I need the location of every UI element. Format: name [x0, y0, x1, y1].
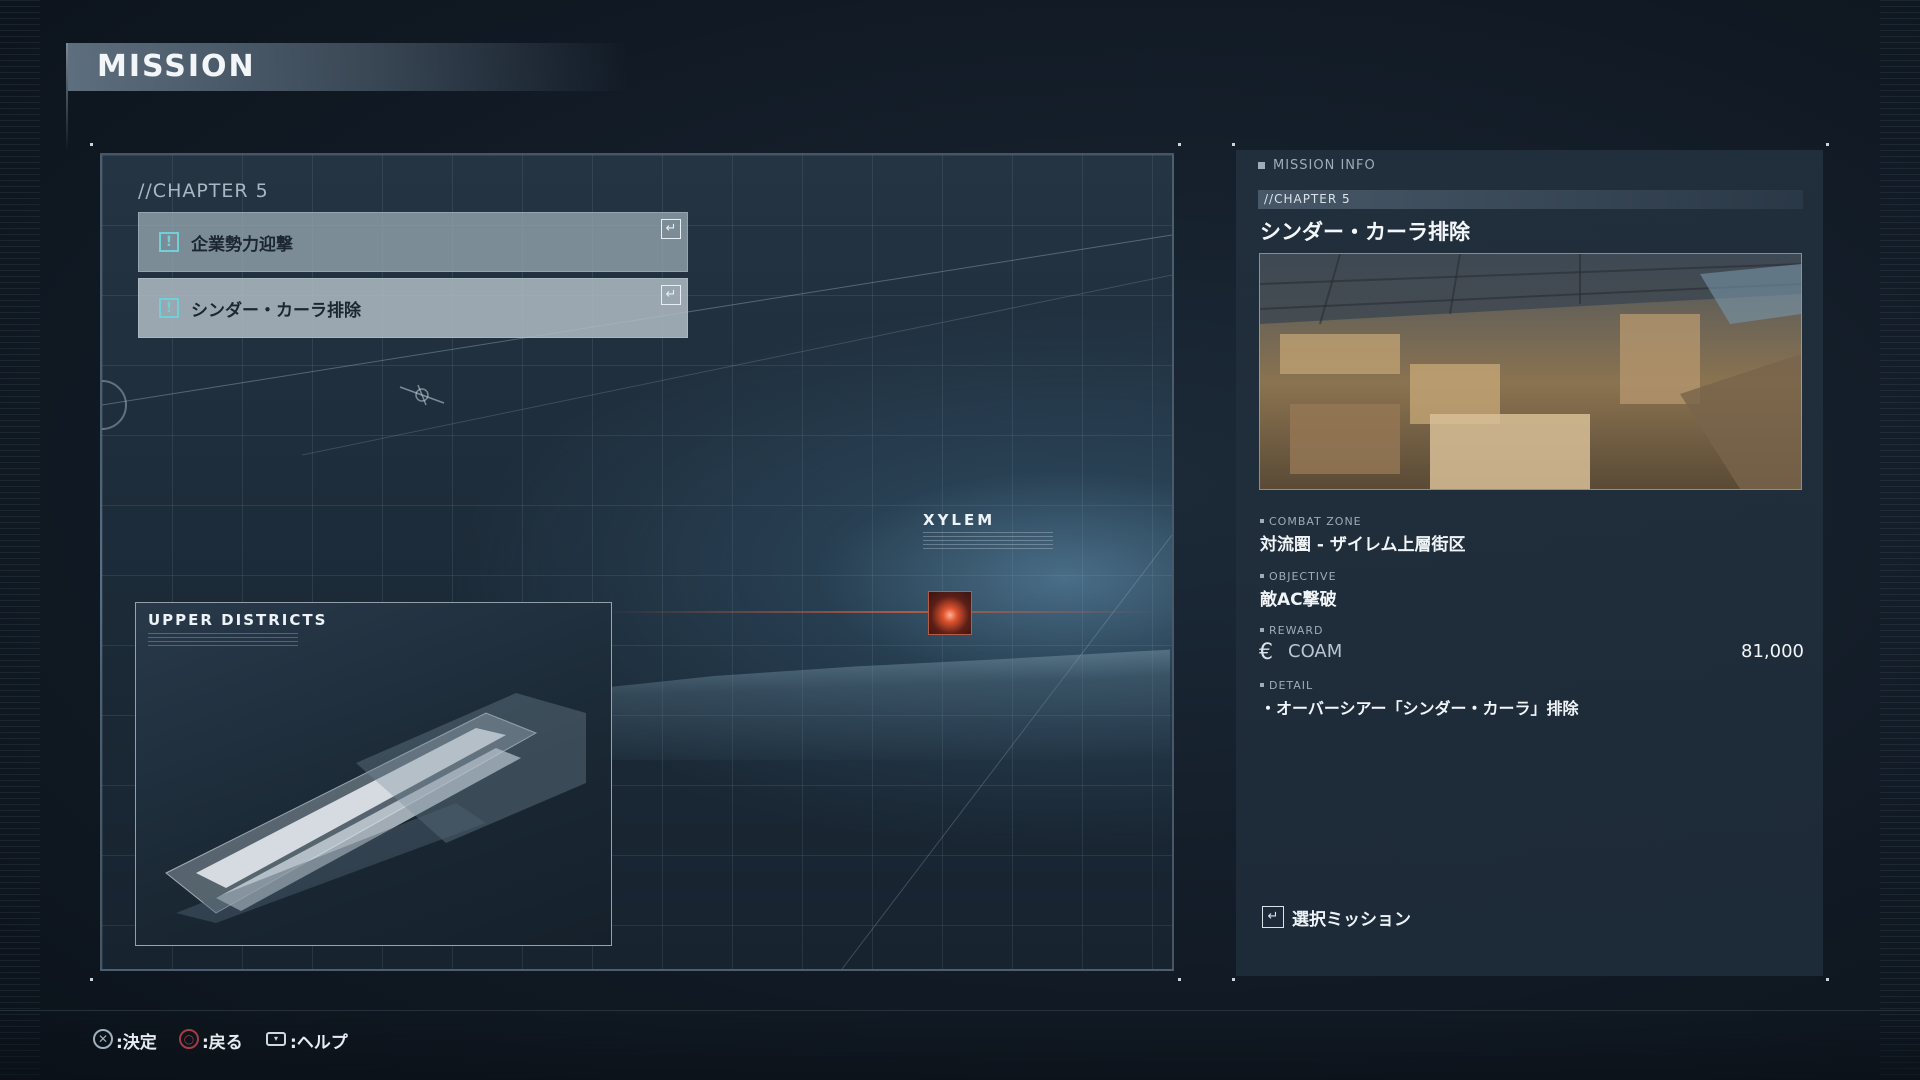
reward-amount: 81,000: [1741, 641, 1804, 662]
minimap-title: UPPER DISTRICTS: [148, 611, 328, 629]
select-mission-label[interactable]: 選択ミッション: [1292, 905, 1411, 930]
info-corner-dot: [1826, 978, 1829, 981]
right-edge-decoration: [1880, 0, 1920, 1080]
objective-label: OBJECTIVE: [1260, 570, 1337, 583]
mission-info-header: MISSION INFO: [1258, 158, 1376, 173]
mission-preview-image: [1259, 253, 1802, 490]
touchpad-button-icon: ▾: [266, 1032, 286, 1046]
map-corner-dot: [1178, 978, 1181, 981]
mission-screen: MISSION XYLEM //CHAPTER 5 ! 企業勢力迎撃 ↵ ! シ…: [0, 0, 1920, 1080]
mission-list-item[interactable]: ! 企業勢力迎撃 ↵: [138, 212, 688, 272]
objective-value: 敵AC撃破: [1260, 590, 1337, 610]
info-corner-dot: [1232, 978, 1235, 981]
minimap-sublabel: [148, 633, 298, 647]
info-mission-title: シンダー・カーラ排除: [1260, 220, 1470, 244]
mission-name: シンダー・カーラ排除: [191, 301, 361, 321]
map-location-label: XYLEM: [923, 511, 996, 529]
mission-area-marker-icon[interactable]: [928, 591, 972, 635]
reward-currency: COAM: [1288, 641, 1343, 662]
preview-scene: [1260, 254, 1801, 489]
info-corner-dot: [1232, 143, 1235, 146]
confirm-hint[interactable]: :決定: [116, 1028, 157, 1053]
map-location-sublabel: [923, 532, 1053, 550]
left-edge-decoration: [0, 0, 40, 1080]
exclamation-icon: !: [159, 298, 179, 318]
map-corner-dot: [90, 143, 93, 146]
button-hint-bar: [0, 1010, 1920, 1080]
help-hint[interactable]: :ヘルプ: [290, 1028, 348, 1053]
page-title: MISSION: [97, 49, 256, 84]
circle-button-icon: ○: [179, 1029, 199, 1049]
enter-arrow-icon: ↵: [1262, 906, 1284, 928]
enter-arrow-icon: ↵: [661, 285, 681, 305]
map-corner-dot: [90, 978, 93, 981]
info-corner-dot: [1826, 143, 1829, 146]
back-hint[interactable]: :戻る: [202, 1028, 243, 1053]
area-minimap: UPPER DISTRICTS: [135, 602, 612, 946]
exclamation-icon: !: [159, 232, 179, 252]
map-corner-dot: [1178, 143, 1181, 146]
detail-label: DETAIL: [1260, 679, 1313, 692]
info-chapter: //CHAPTER 5: [1264, 192, 1351, 206]
mission-area-beam: [600, 611, 1160, 613]
enter-arrow-icon: ↵: [661, 219, 681, 239]
detail-value: ・オーバーシアー「シンダー・カーラ」排除: [1260, 699, 1579, 718]
reward-label: REWARD: [1260, 624, 1324, 637]
combat-zone-label: COMBAT ZONE: [1260, 515, 1362, 528]
mission-name: 企業勢力迎撃: [191, 235, 293, 255]
mission-list-item-selected[interactable]: ! シンダー・カーラ排除 ↵: [138, 278, 688, 338]
cross-button-icon: ✕: [93, 1029, 113, 1049]
mission-list-chapter: //CHAPTER 5: [138, 180, 269, 202]
combat-zone-value: 対流圏 - ザイレム上層街区: [1260, 535, 1466, 555]
upper-districts-structure: [165, 693, 586, 923]
coam-currency-icon: €: [1259, 640, 1273, 665]
